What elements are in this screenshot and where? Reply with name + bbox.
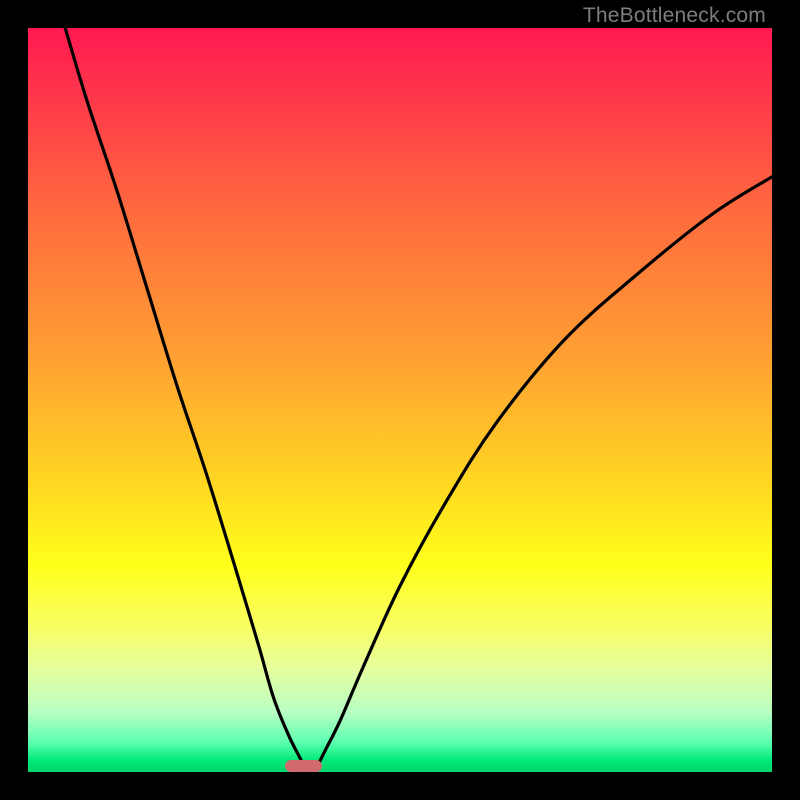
right-branch-path <box>314 177 772 772</box>
curve-layer <box>28 28 772 772</box>
watermark-text: TheBottleneck.com <box>583 4 766 28</box>
dip-marker <box>285 760 322 772</box>
left-branch-path <box>65 28 307 772</box>
plot-area <box>28 28 772 772</box>
chart-frame: TheBottleneck.com <box>0 0 800 800</box>
